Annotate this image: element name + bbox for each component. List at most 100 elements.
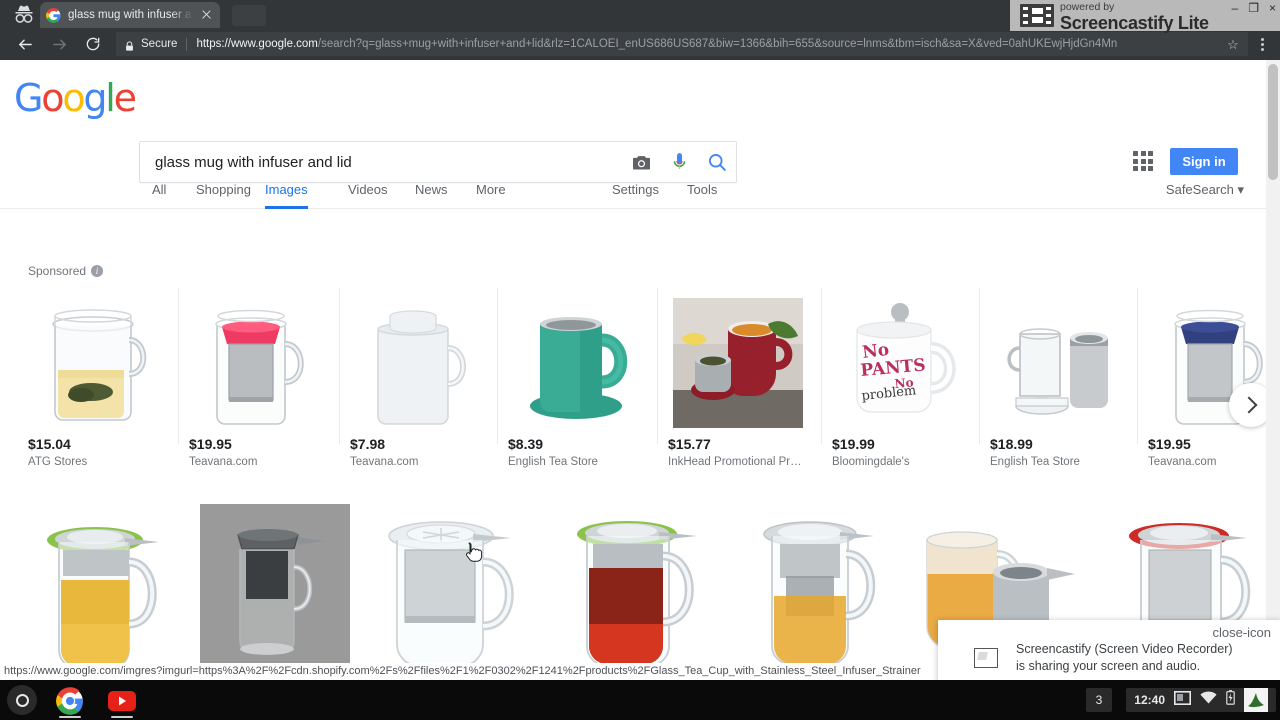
window-controls: – ❐ × [1232,1,1276,15]
chevron-right-icon [1240,396,1258,414]
youtube-active-indicator [111,716,133,718]
back-arrow-icon[interactable] [8,29,42,59]
sponsored-card[interactable]: $18.99 English Tea Store [979,288,1130,474]
product-store: InkHead Promotional Pr… [668,456,802,468]
screen-root: glass mug with infuser a Secure https://… [0,0,1280,720]
reload-icon[interactable] [76,29,110,59]
image-result[interactable] [552,504,724,680]
url-scheme: https [196,38,222,50]
omnibox-divider [186,37,188,51]
wifi-icon[interactable] [1200,691,1217,709]
mouse-cursor [466,541,483,568]
screen-sharing-popup: Screencastify (Screen Video Recorder) is… [938,620,1280,680]
product-image-clear-mug-tea-leaves[interactable] [28,288,168,428]
url-path: /search?q=glass+mug+with+infuser+and+lid… [317,38,1118,50]
window-count-badge[interactable]: 3 [1086,688,1112,712]
star-icon[interactable]: ☆ [1226,38,1240,51]
forward-arrow-icon [42,29,76,59]
product-image-red-mug-photo[interactable] [668,288,808,428]
battery-icon[interactable] [1226,690,1235,710]
sponsored-card[interactable]: No PANTS No problem $19.99 Bloomingdale'… [821,288,972,474]
product-price: $8.39 [508,436,544,452]
safesearch-dropdown[interactable]: SafeSearch ▾ [1166,174,1244,209]
product-image-frosted-glass-mug[interactable] [350,288,490,428]
new-tab-button[interactable] [232,5,266,26]
card-divider [657,288,658,444]
screencastify-branding: powered by Screencastify Lite [1060,0,1209,33]
lock-icon [124,39,135,51]
tab-images[interactable]: Images [265,174,308,209]
google-images-page: Google glass mug with infuser and lid Si… [0,60,1273,680]
youtube-icon[interactable] [108,691,136,719]
product-price: $15.04 [28,436,71,452]
screencastify-overlay: powered by Screencastify Lite – ❐ × [1010,0,1280,33]
url-host: ://www.google.com [221,38,318,50]
image-result[interactable] [363,504,535,680]
sponsored-carousel: $15.04 ATG Stores $19.95 Teavana.com $7.… [0,288,1273,474]
product-store: Bloomingdale's [832,456,910,468]
tray-clock: 12:40 [1134,693,1165,707]
tab-title: glass mug with infuser a [68,9,193,21]
product-image-mug-with-steel-infuser[interactable] [990,288,1130,428]
info-icon[interactable]: i [91,265,104,277]
chrome-browser-window: glass mug with infuser a Secure https://… [0,0,1280,680]
sign-in-button[interactable]: Sign in [1170,148,1238,175]
screencastify-name: Screencastify Lite [1060,13,1209,33]
system-tray[interactable]: 12:40 [1126,688,1276,712]
secure-label: Secure [141,38,178,50]
product-store: English Tea Store [508,456,598,468]
powered-by-label: powered by [1060,0,1115,13]
card-divider [1137,288,1138,444]
page-scrollbar[interactable] [1266,60,1280,680]
product-image-pink-lid-infuser-mug[interactable] [189,288,329,428]
sponsored-card[interactable]: $8.39 English Tea Store [497,288,648,474]
tab-more[interactable]: More [476,174,506,209]
scrollbar-thumb[interactable] [1268,64,1278,180]
sponsored-card[interactable]: $19.95 Teavana.com [1137,288,1280,474]
screen-share-icon [974,647,998,668]
product-price: $19.95 [189,436,232,452]
three-dot-menu-icon[interactable] [1252,37,1272,51]
product-price: $19.99 [832,436,875,452]
screen-share-icon[interactable] [1174,690,1191,710]
close-button[interactable]: × [1269,1,1276,15]
product-store: ATG Stores [28,456,88,468]
page-viewport: Google glass mug with infuser and lid Si… [0,60,1280,680]
user-avatar[interactable] [1244,688,1268,712]
tab-news[interactable]: News [415,174,448,209]
sponsored-card[interactable]: $19.95 Teavana.com [178,288,329,474]
address-bar-url: https://www.google.com/search?q=glass+mu… [196,38,1220,50]
product-image-no-pants-mug[interactable]: No PANTS No problem [832,288,972,428]
tab-videos[interactable]: Videos [348,174,388,209]
image-result[interactable] [740,504,895,680]
google-g-icon [46,7,61,23]
settings-link[interactable]: Settings [612,174,659,209]
sponsored-card[interactable]: $15.77 InkHead Promotional Pr… [657,288,808,474]
address-bar[interactable]: Secure https://www.google.com/search?q=g… [116,32,1248,56]
close-icon[interactable]: close-icon [1212,625,1271,640]
apps-grid-icon[interactable] [1133,151,1153,171]
card-divider [821,288,822,444]
product-store: Teavana.com [1148,456,1217,468]
restore-button[interactable]: ❐ [1248,1,1259,15]
film-strip-icon [1020,4,1054,27]
sharing-popup-body: Screencastify (Screen Video Recorder) is… [938,620,1280,680]
search-input[interactable]: glass mug with infuser and lid [140,154,622,171]
image-result[interactable] [200,504,350,667]
tab-shopping[interactable]: Shopping [196,174,251,209]
tools-link[interactable]: Tools [687,174,717,209]
image-result[interactable] [28,504,188,680]
status-bar-url: https://www.google.com/imgres?imgurl=htt… [0,663,925,680]
sponsored-card[interactable]: $15.04 ATG Stores [28,288,168,474]
minimize-button[interactable]: – [1232,1,1239,15]
product-image-teal-ceramic-mug[interactable] [508,288,648,428]
sponsored-card[interactable]: $7.98 Teavana.com [339,288,490,474]
google-logo[interactable]: Google [14,76,137,120]
product-store: English Tea Store [990,456,1080,468]
tab-all[interactable]: All [152,174,166,209]
browser-tab[interactable]: glass mug with infuser a [40,2,220,28]
chrome-icon[interactable] [56,687,84,715]
launcher-circle-icon[interactable] [7,685,37,715]
tab-close-icon[interactable] [200,8,214,22]
card-divider [497,288,498,444]
